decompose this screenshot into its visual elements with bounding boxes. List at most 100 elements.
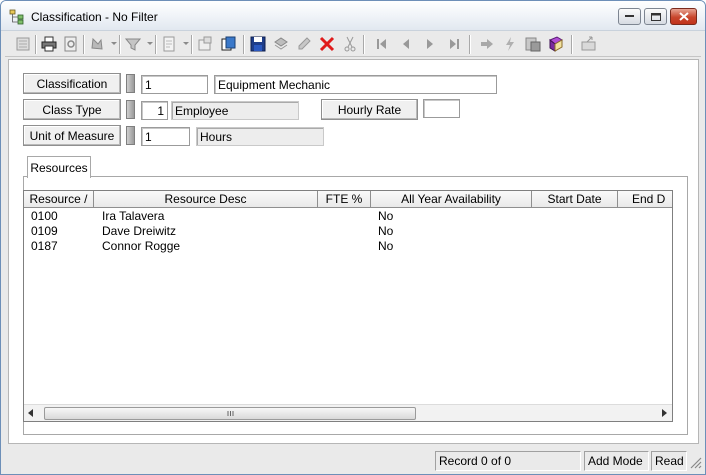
status-bar: Record 0 of 0 Add Mode Read [1,449,705,474]
cell-resource-desc: Dave Dreiwitz [102,224,177,238]
export-button[interactable] [579,34,599,54]
title-bar[interactable]: Classification - No Filter [1,1,705,31]
column-header-fte[interactable]: FTE % [318,191,371,208]
delete-button[interactable] [317,34,337,54]
cell-resource: 0100 [31,209,58,223]
scroll-right-icon[interactable] [662,409,668,417]
maximize-icon [650,12,661,21]
edit-button[interactable] [294,34,314,54]
column-header-start-date[interactable]: Start Date [532,191,618,208]
next-record-button[interactable] [420,34,440,54]
classification-lock-toggle[interactable] [126,74,135,93]
scroll-left-icon[interactable] [28,409,34,417]
horizontal-scrollbar[interactable] [24,404,672,421]
cell-resource: 0109 [31,224,58,238]
cell-availability: No [378,224,394,238]
close-button[interactable] [670,8,697,25]
print-icon [41,36,57,52]
list-button[interactable] [13,34,33,54]
search-icon [91,37,103,50]
go-to-button[interactable] [477,34,497,54]
record-count-status: Record 0 of 0 [435,451,581,471]
first-record-icon [377,39,386,49]
hourly-rate-button[interactable]: Hourly Rate [321,99,418,120]
class-type-button[interactable]: Class Type [23,99,121,120]
copy-icon [221,36,236,51]
unit-of-measure-code-field[interactable]: 1 [141,127,190,146]
class-type-code-field[interactable]: 1 [141,101,168,120]
minimize-icon [625,15,634,17]
classification-tree-icon [9,9,24,25]
report-button[interactable] [159,34,179,54]
unit-of-measure-button[interactable]: Unit of Measure [23,125,121,146]
print-button[interactable] [39,34,59,54]
properties-button[interactable] [195,34,215,54]
unit-of-measure-description-field: Hours [196,127,324,146]
toolbar [5,32,701,57]
column-header-end-date[interactable]: End D [618,191,672,208]
tab-resources[interactable]: Resources [27,156,91,178]
maximize-button[interactable] [644,8,667,25]
attachment-icon [525,37,541,52]
go-to-icon [481,39,493,49]
classification-button[interactable]: Classification [23,73,121,94]
table-row[interactable]: 0109 Dave Dreiwitz No [24,224,672,239]
mode-status: Add Mode [584,451,649,471]
grid-header: Resource / Resource Desc FTE % All Year … [24,191,672,208]
class-type-description-field: Employee [171,101,299,120]
form-content: Classification 1 Equipment Mechanic Clas… [8,59,699,444]
cell-availability: No [378,239,394,253]
book-button[interactable] [546,34,566,54]
cell-resource: 0187 [31,239,58,253]
delete-icon [319,36,335,52]
column-header-resource-desc[interactable]: Resource Desc [94,191,318,208]
minimize-button[interactable] [618,8,641,25]
list-icon [16,37,30,51]
hourly-rate-field[interactable] [423,99,460,118]
cell-resource-desc: Ira Talavera [102,209,165,223]
classification-code-field[interactable]: 1 [141,75,208,94]
column-header-all-year-availability[interactable]: All Year Availability [371,191,532,208]
access-status: Read [651,451,687,471]
save-button[interactable] [248,34,268,54]
unit-of-measure-lock-toggle[interactable] [126,126,135,145]
print-preview-button[interactable] [61,34,81,54]
print-preview-icon [64,36,77,52]
lightning-icon [506,37,514,51]
save-icon [250,36,266,52]
next-record-icon [427,39,433,49]
previous-record-button[interactable] [396,34,416,54]
first-record-button[interactable] [372,34,392,54]
window-title: Classification - No Filter [31,10,158,24]
table-row[interactable]: 0187 Connor Rogge No [24,239,672,254]
filter-button[interactable] [123,34,143,54]
search-button[interactable] [87,34,107,54]
print-record-button[interactable] [271,34,291,54]
class-type-lock-toggle[interactable] [126,100,135,119]
table-row[interactable]: 0100 Ira Talavera No [24,209,672,224]
properties-icon [198,36,212,51]
resize-grip-icon[interactable] [689,456,702,469]
classification-description-field[interactable]: Equipment Mechanic [214,75,497,94]
edit-icon [298,37,311,50]
last-record-icon [450,39,459,49]
resources-grid[interactable]: Resource / Resource Desc FTE % All Year … [23,190,673,422]
cell-availability: No [378,209,394,223]
last-record-button[interactable] [444,34,464,54]
lightning-button[interactable] [500,34,520,54]
cut-button[interactable] [340,34,360,54]
filter-icon [125,38,141,51]
column-header-resource[interactable]: Resource / [24,191,94,208]
book-icon [549,36,563,52]
grip-icon [227,411,233,416]
close-icon [678,12,689,21]
previous-record-icon [403,39,409,49]
export-icon [581,36,596,51]
report-icon [163,36,175,52]
attachment-button[interactable] [523,34,543,54]
scrollbar-thumb[interactable] [44,407,416,420]
copy-button[interactable] [219,34,239,54]
print-record-icon [274,37,288,50]
sort-indicator-icon: / [80,192,88,206]
classification-window: Classification - No Filter Classificatio… [0,0,706,475]
